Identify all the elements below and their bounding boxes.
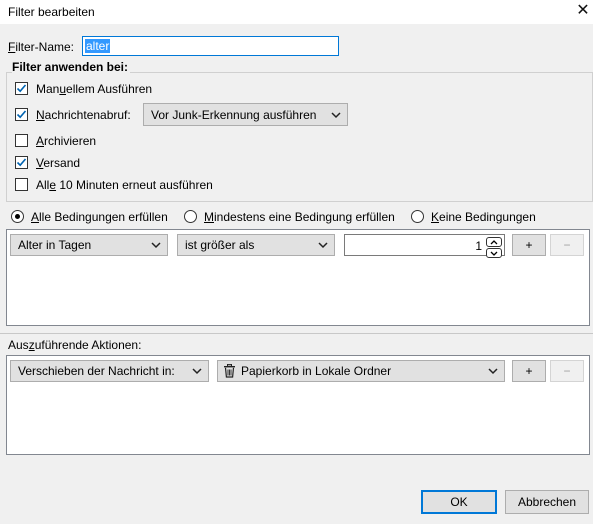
checkmark-icon — [16, 84, 27, 93]
actions-label: Auszuführende Aktionen: — [8, 338, 142, 352]
section-divider — [0, 333, 593, 334]
action-target-dropdown[interactable]: Papierkorb in Lokale Ordner — [217, 360, 505, 382]
junk-timing-value: Vor Junk-Erkennung ausführen — [151, 107, 317, 122]
apply-heading: Filter anwenden bei: — [12, 60, 131, 74]
filter-name-value: alter — [85, 39, 111, 53]
remove-action-button[interactable]: − — [550, 360, 584, 382]
condition-value: 1 — [475, 239, 482, 253]
checkbox-fetch-label: Nachrichtenabruf: — [36, 108, 131, 122]
radio-all-label: Alle Bedingungen erfüllen — [31, 210, 168, 224]
add-action-button[interactable]: + — [512, 360, 546, 382]
action-target-value: Papierkorb in Lokale Ordner — [241, 364, 392, 378]
filter-name-input[interactable]: alter — [82, 36, 339, 56]
chevron-down-icon — [151, 242, 161, 249]
junk-timing-dropdown[interactable]: Vor Junk-Erkennung ausführen — [143, 103, 348, 126]
checkmark-icon — [16, 158, 27, 167]
chevron-down-icon — [318, 242, 328, 249]
checkbox-send[interactable] — [15, 156, 28, 169]
chevron-down-icon — [192, 368, 202, 375]
checkbox-archive[interactable] — [15, 134, 28, 147]
action-type-value: Verschieben der Nachricht in: — [18, 364, 175, 378]
radio-any[interactable] — [184, 210, 197, 223]
remove-condition-button[interactable]: − — [550, 234, 584, 256]
condition-field-value: Alter in Tagen — [18, 238, 92, 252]
radio-none[interactable] — [411, 210, 424, 223]
trash-icon — [224, 364, 235, 378]
checkmark-icon — [16, 110, 27, 119]
condition-operator-dropdown[interactable]: ist größer als — [177, 234, 335, 256]
spin-down-icon[interactable] — [486, 248, 502, 258]
chevron-down-icon — [331, 111, 341, 118]
condition-field-dropdown[interactable]: Alter in Tagen — [10, 234, 168, 256]
radio-all[interactable] — [11, 210, 24, 223]
radio-none-label: Keine Bedingungen — [431, 210, 536, 224]
checkbox-manual[interactable] — [15, 82, 28, 95]
checkbox-manual-label: Manuellem Ausführen — [36, 82, 153, 96]
window-title: Filter bearbeiten — [8, 5, 95, 19]
chevron-down-icon — [488, 368, 498, 375]
close-icon[interactable]: ✕ — [572, 1, 593, 23]
spin-up-icon[interactable] — [486, 237, 502, 247]
checkbox-archive-label: Archivieren — [36, 134, 97, 148]
checkbox-send-label: Versand — [36, 156, 81, 170]
condition-value-spinner[interactable]: 1 — [344, 234, 505, 258]
action-type-dropdown[interactable]: Verschieben der Nachricht in: — [10, 360, 209, 382]
add-condition-button[interactable]: + — [512, 234, 546, 256]
radio-any-label: Mindestens eine Bedingung erfüllen — [204, 210, 395, 224]
checkbox-fetch[interactable] — [15, 108, 28, 121]
condition-operator-value: ist größer als — [185, 238, 255, 252]
ok-button[interactable]: OK — [421, 490, 497, 514]
checkbox-periodic-label: Alle 10 Minuten erneut ausführen — [36, 178, 213, 192]
filter-name-label: Filter-Name: — [8, 40, 75, 54]
cancel-button[interactable]: Abbrechen — [505, 490, 589, 514]
checkbox-periodic[interactable] — [15, 178, 28, 191]
